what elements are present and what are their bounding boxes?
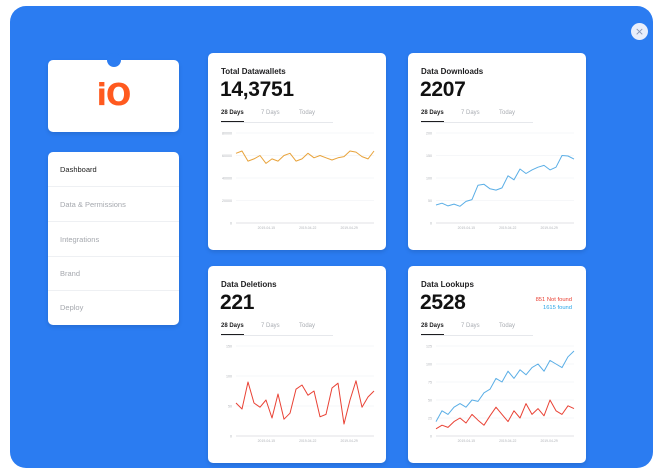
card-title: Data Downloads bbox=[421, 67, 484, 76]
y-tick-label: 0 bbox=[230, 435, 232, 439]
y-tick-label: 0 bbox=[430, 435, 432, 439]
tab-today[interactable]: Today bbox=[499, 323, 515, 335]
card-title: Total Datawallets bbox=[221, 67, 286, 76]
card-data-downloads: Data Downloads 2207 28 Days 7 Days Today… bbox=[408, 53, 586, 250]
line-chart: 125 100 75 50 25 0 2019-04-15 2019-04-22 2019-04… bbox=[426, 345, 575, 443]
card-title: Data Deletions bbox=[221, 280, 277, 289]
tab-today[interactable]: Today bbox=[299, 110, 315, 122]
tab-7-days[interactable]: 7 Days bbox=[261, 110, 280, 122]
y-tick-label: 100 bbox=[426, 363, 432, 367]
card-title: Data Lookups bbox=[421, 280, 474, 289]
x-tick-label: 2019-04-29 bbox=[540, 439, 557, 443]
app-frame: × iO Dashboard Data & Permissions Integr… bbox=[0, 0, 655, 470]
legend-found: 1615 found bbox=[542, 305, 572, 311]
y-tick-label: 150 bbox=[426, 154, 432, 158]
y-tick-label: 40000 bbox=[222, 177, 232, 181]
dashboard-panel: × iO Dashboard Data & Permissions Integr… bbox=[10, 6, 653, 468]
y-tick-label: 80000 bbox=[222, 132, 232, 136]
series-line bbox=[235, 380, 375, 425]
y-tick-label: 50 bbox=[228, 405, 232, 409]
tab-7-days[interactable]: 7 Days bbox=[261, 323, 280, 335]
card-total-datawallets: Total Datawallets 14,3751 28 Days 7 Days… bbox=[208, 53, 386, 250]
y-tick-label: 25 bbox=[428, 417, 432, 421]
x-tick-label: 2019-04-15 bbox=[458, 439, 475, 443]
card-value: 14,3751 bbox=[220, 78, 294, 101]
series-line bbox=[435, 399, 575, 430]
sidebar-item-integrations[interactable]: Integrations bbox=[48, 222, 179, 257]
y-tick-label: 0 bbox=[430, 222, 432, 226]
card-data-lookups: Data Lookups 2528 851 Not found 1615 fou… bbox=[408, 266, 586, 463]
line-chart: 80000 60000 40000 20000 0 2019-04-15 2019-04-2… bbox=[222, 132, 375, 230]
x-tick-label: 2019-04-22 bbox=[499, 226, 516, 230]
sidebar-item-brand[interactable]: Brand bbox=[48, 256, 179, 291]
y-tick-label: 125 bbox=[426, 345, 432, 349]
legend-not-found: 851 Not found bbox=[535, 297, 572, 303]
y-tick-label: 60000 bbox=[222, 154, 232, 158]
tab-28-days[interactable]: 28 Days bbox=[421, 323, 444, 335]
series-line bbox=[435, 350, 575, 422]
x-tick-label: 2019-04-22 bbox=[299, 439, 316, 443]
time-range-tabs: 28 Days 7 Days Today bbox=[221, 110, 333, 123]
y-tick-label: 75 bbox=[428, 381, 432, 385]
tab-28-days[interactable]: 28 Days bbox=[221, 323, 244, 335]
time-range-tabs: 28 Days 7 Days Today bbox=[421, 323, 533, 336]
sidebar-item-data-permissions[interactable]: Data & Permissions bbox=[48, 187, 179, 222]
line-chart: 200 150 100 50 0 2019-04-15 2019-04-22 2019-04-… bbox=[426, 132, 575, 230]
logo: iO bbox=[96, 78, 132, 113]
y-tick-label: 50 bbox=[428, 399, 432, 403]
y-tick-label: 200 bbox=[426, 132, 432, 136]
tab-28-days[interactable]: 28 Days bbox=[221, 110, 244, 122]
series-line bbox=[435, 155, 575, 207]
x-tick-label: 2019-04-29 bbox=[340, 439, 357, 443]
card-value: 2528 bbox=[420, 291, 466, 314]
y-tick-label: 100 bbox=[226, 375, 232, 379]
time-range-tabs: 28 Days 7 Days Today bbox=[221, 323, 333, 336]
tab-7-days[interactable]: 7 Days bbox=[461, 110, 480, 122]
y-tick-label: 150 bbox=[226, 345, 232, 349]
sidebar-item-deploy[interactable]: Deploy bbox=[48, 290, 179, 325]
close-icon[interactable]: × bbox=[631, 23, 648, 40]
tab-7-days[interactable]: 7 Days bbox=[461, 323, 480, 335]
chart-legend: 851 Not found 1615 found bbox=[536, 296, 572, 312]
x-tick-label: 2019-04-15 bbox=[258, 439, 275, 443]
y-tick-label: 50 bbox=[428, 199, 432, 203]
line-chart: 150 100 50 0 2019-04-15 2019-04-22 2019-04-29 bbox=[226, 345, 375, 443]
card-value: 2207 bbox=[420, 78, 466, 101]
tab-today[interactable]: Today bbox=[499, 110, 515, 122]
logo-notch bbox=[107, 53, 121, 67]
y-tick-label: 100 bbox=[426, 177, 432, 181]
sidebar-nav: Dashboard Data & Permissions Integration… bbox=[48, 152, 179, 325]
tab-today[interactable]: Today bbox=[299, 323, 315, 335]
x-tick-label: 2019-04-29 bbox=[340, 226, 357, 230]
card-data-deletions: Data Deletions 221 28 Days 7 Days Today … bbox=[208, 266, 386, 463]
series-line bbox=[235, 150, 375, 164]
sidebar-item-dashboard[interactable]: Dashboard bbox=[48, 152, 179, 187]
time-range-tabs: 28 Days 7 Days Today bbox=[421, 110, 533, 123]
y-tick-label: 20000 bbox=[222, 199, 232, 203]
x-tick-label: 2019-04-22 bbox=[499, 439, 516, 443]
x-tick-label: 2019-04-22 bbox=[299, 226, 316, 230]
y-tick-label: 0 bbox=[230, 222, 232, 226]
card-value: 221 bbox=[220, 291, 255, 314]
tab-28-days[interactable]: 28 Days bbox=[421, 110, 444, 122]
x-tick-label: 2019-04-29 bbox=[540, 226, 557, 230]
logo-card: iO bbox=[48, 60, 179, 132]
x-tick-label: 2019-04-15 bbox=[258, 226, 275, 230]
x-tick-label: 2019-04-15 bbox=[458, 226, 475, 230]
